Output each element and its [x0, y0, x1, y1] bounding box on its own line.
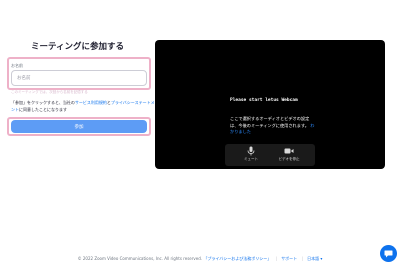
- name-label: お名前: [11, 63, 23, 68]
- copyright-text: © 2022 Zoom Video Communications, Inc. A…: [77, 256, 203, 261]
- terms-text-1: 「参加」をクリックすると、当社の: [11, 100, 75, 105]
- mute-button[interactable]: ミュート: [231, 146, 271, 162]
- footer-divider: |: [275, 256, 277, 261]
- preview-controls: ミュート ビデオを停止: [225, 144, 315, 166]
- preview-message: ここで選択するオーディオとビデオの設定は、今後のミーティングに使用されます。 わ…: [230, 116, 315, 136]
- support-link[interactable]: サポート: [281, 256, 297, 261]
- microphone-icon: [247, 146, 255, 156]
- join-meeting-title: ミーティングに参加する: [31, 42, 124, 52]
- video-preview: Please start letus Webcam ここで選択するオーディオとビ…: [155, 40, 385, 169]
- language-selector[interactable]: 日本語 ▾: [307, 256, 322, 261]
- join-button[interactable]: 参加: [11, 120, 147, 133]
- terms-notice: 「参加」をクリックすると、当社のサービス利用規約とプライバシーステートメントに同…: [11, 100, 155, 113]
- chat-bubble-icon: [384, 250, 393, 257]
- chat-button[interactable]: [380, 245, 397, 262]
- preview-heading: Please start letus Webcam: [230, 98, 298, 103]
- name-input[interactable]: [11, 70, 147, 86]
- remember-name-hint: このミーティングでは、次回から名前を記憶する: [11, 90, 88, 94]
- privacy-policy-link[interactable]: 「プライバシーおよび法務ポリシー」: [203, 256, 271, 261]
- footer: © 2022 Zoom Video Communications, Inc. A…: [0, 256, 400, 262]
- mute-label: ミュート: [244, 157, 258, 161]
- terms-text-3: に同意したことになります: [19, 106, 67, 112]
- terms-of-service-link[interactable]: サービス利用規約: [75, 100, 107, 105]
- stop-video-button[interactable]: ビデオを停止: [269, 146, 309, 162]
- footer-divider: |: [301, 256, 303, 261]
- stop-video-label: ビデオを停止: [278, 157, 300, 161]
- video-camera-icon: [284, 148, 294, 154]
- preview-message-text: ここで選択するオーディオとビデオの設定は、今後のミーティングに使用されます。: [230, 116, 310, 128]
